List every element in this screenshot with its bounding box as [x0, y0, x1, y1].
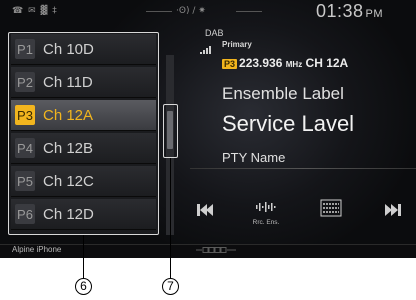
channel-name: CH 12A [305, 56, 349, 70]
preset-list: P1 Ch 10D P2 Ch 11D P3 Ch 12A P4 Ch 12B … [8, 32, 159, 235]
clock: 01:38 PM [316, 1, 383, 22]
skip-previous-icon[interactable] [197, 203, 215, 221]
preset-channel: Ch 12A [43, 106, 94, 124]
frequency-line: P3 223.936 MHz CH 12A [222, 56, 348, 70]
preset-channel: Ch 12B [43, 139, 94, 157]
ensemble-list-icon[interactable] [320, 199, 342, 222]
status-center-icons: ·ʘ) / ✷ [176, 6, 206, 16]
waveform-icon [256, 202, 276, 212]
band-label: DAB [205, 28, 224, 38]
preset-item-p5[interactable]: P5 Ch 12C [11, 166, 156, 197]
preset-item-p6[interactable]: P6 Ch 12D [11, 199, 156, 230]
preset-number: P4 [15, 138, 35, 158]
clock-time: 01:38 [316, 1, 364, 21]
service-label: Service Lavel [222, 111, 355, 136]
preset-item-p4[interactable]: P4 Ch 12B [11, 133, 156, 164]
preset-item-p2[interactable]: P2 Ch 11D [11, 67, 156, 98]
frequency-unit: MHz [285, 60, 303, 69]
callout-line-6 [83, 235, 85, 278]
status-divider-left [146, 11, 172, 12]
preset-channel: Ch 12D [43, 205, 94, 223]
preset-number: P6 [15, 204, 35, 224]
ensemble-label: Ensemble Label [222, 84, 344, 103]
callout-6: 6 [75, 278, 92, 295]
frequency: 223.936 [239, 56, 283, 70]
page-indicator [196, 247, 236, 255]
preset-badge: P3 [222, 59, 238, 69]
audio-screen: ☎ ✉ ▓ ‡ ·ʘ) / ✷ 01:38 PM P1 Ch 10D P2 Ch … [0, 0, 416, 258]
rec-ensemble-button[interactable]: Rrc. Ens. [244, 200, 288, 226]
scrollbar[interactable] [163, 104, 178, 158]
preset-item-p3[interactable]: P3 Ch 12A [11, 100, 156, 131]
preset-number: P3 [15, 105, 35, 125]
rec-ensemble-label: Rrc. Ens. [252, 219, 280, 226]
status-bar: ☎ ✉ ▓ ‡ ·ʘ) / ✷ 01:38 PM [0, 0, 416, 22]
device-name: Alpine iPhone [12, 245, 62, 254]
preset-number: P1 [15, 39, 35, 59]
preset-number: P2 [15, 72, 35, 92]
callout-7: 7 [162, 278, 179, 295]
divider [190, 168, 416, 169]
callout-line-7 [170, 158, 172, 278]
status-divider-right [236, 11, 262, 12]
service-type: Primary [222, 40, 252, 49]
preset-item-p1[interactable]: P1 Ch 10D [11, 34, 156, 65]
status-icons: ☎ ✉ ▓ ‡ [12, 6, 58, 16]
clock-ampm: PM [365, 8, 384, 20]
pty-name: PTY Name [222, 150, 286, 165]
scrollbar-thumb[interactable] [167, 111, 173, 149]
preset-channel: Ch 11D [43, 73, 93, 91]
signal-bars-icon [200, 41, 212, 59]
skip-next-icon[interactable] [383, 203, 401, 221]
preset-number: P5 [15, 171, 35, 191]
preset-channel: Ch 10D [43, 40, 94, 58]
preset-channel: Ch 12C [43, 172, 94, 190]
